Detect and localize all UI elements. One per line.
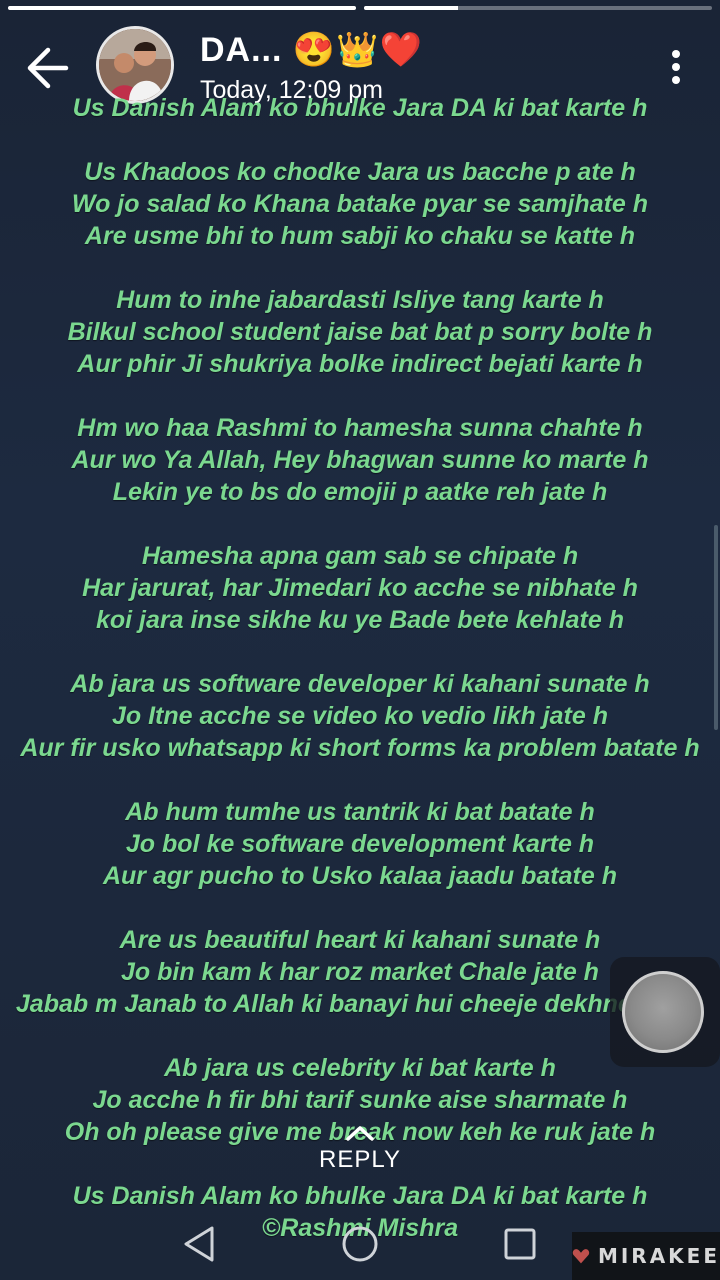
poem-line: Har jarurat, har Jimedari ko acche se ni… — [82, 574, 638, 602]
brand-name: MIRAKEE — [597, 1244, 720, 1268]
reply-label: REPLY — [319, 1146, 401, 1173]
story-title: DA... 😍👑❤️ — [200, 31, 423, 69]
poem-line: Hum to inhe jabardasti Isliye tang karte… — [116, 286, 604, 314]
poem-line: Ab jara us software developer ki kahani … — [70, 670, 650, 698]
progress-segment-1 — [8, 6, 356, 10]
stanza-gap — [0, 380, 720, 412]
poem-text: Us Danish Alam ko bhulke Jara DA ki bat … — [0, 92, 720, 1244]
arrow-back-icon[interactable] — [26, 46, 70, 90]
poem-line: Jo acche h fir bhi tarif sunke aise shar… — [92, 1086, 628, 1114]
poem-line: Hm wo haa Rashmi to hamesha sunna chahte… — [77, 414, 643, 442]
poem-line: Are us beautiful heart ki kahani sunate … — [119, 926, 601, 954]
poem-line: Ab hum tumhe us tantrik ki bat batate h — [125, 798, 595, 826]
poem-line: Jo Itne acche se video ko vedio likh jat… — [111, 702, 608, 730]
poem-line: Us Danish Alam ko bhulke Jara DA ki bat … — [72, 1182, 648, 1210]
nav-recents-square-icon[interactable] — [498, 1222, 542, 1266]
assistive-touch-icon — [622, 971, 704, 1053]
poem-line: Bilkul school student jaise bat bat p so… — [67, 318, 653, 346]
nav-back-triangle-icon[interactable] — [178, 1222, 222, 1266]
heart-logo-icon — [572, 1249, 590, 1264]
scrollbar[interactable] — [714, 525, 718, 730]
poem-line: Aur phir Ji shukriya bolke indirect beja… — [77, 350, 643, 378]
poem-line: Hamesha apna gam sab se chipate h — [141, 542, 579, 570]
poem-line: Us Danish Alam ko bhulke Jara DA ki bat … — [72, 94, 648, 122]
chevron-up-icon — [346, 1126, 374, 1141]
stanza-gap — [0, 508, 720, 540]
stanza-gap — [0, 892, 720, 924]
mirakee-watermark: MIRAKEE — [572, 1232, 720, 1280]
poem-line: Us Khadoos ko chodke Jara us bacche p at… — [84, 158, 636, 186]
stanza-gap — [0, 252, 720, 284]
poem-line: Are usme bhi to hum sabji ko chaku se ka… — [84, 222, 636, 250]
progress-segment-2 — [364, 6, 712, 10]
poem-line: Aur wo Ya Allah, Hey bhagwan sunne ko ma… — [71, 446, 649, 474]
poem-line: Wo jo salad ko Khana batake pyar se samj… — [71, 190, 649, 218]
reply-button[interactable]: REPLY — [0, 1124, 720, 1174]
poem-line: Lekin ye to bs do emojii p aatke reh jat… — [112, 478, 608, 506]
poem-line: Jo bol ke software development karte h — [125, 830, 595, 858]
floating-assistive-button[interactable] — [610, 957, 720, 1067]
poem-line: Aur agr pucho to Usko kalaa jaadu batate… — [102, 862, 617, 890]
stanza-gap — [0, 124, 720, 156]
poem-line: Aur fir usko whatsapp ki short forms ka … — [20, 734, 700, 762]
more-vertical-icon[interactable] — [670, 50, 682, 86]
stanza-gap — [0, 636, 720, 668]
nav-home-circle-icon[interactable] — [338, 1222, 382, 1266]
poem-line: koi jara inse sikhe ku ye Bade bete kehl… — [95, 606, 624, 634]
story-progress-bar — [8, 6, 712, 10]
stanza-gap — [0, 764, 720, 796]
